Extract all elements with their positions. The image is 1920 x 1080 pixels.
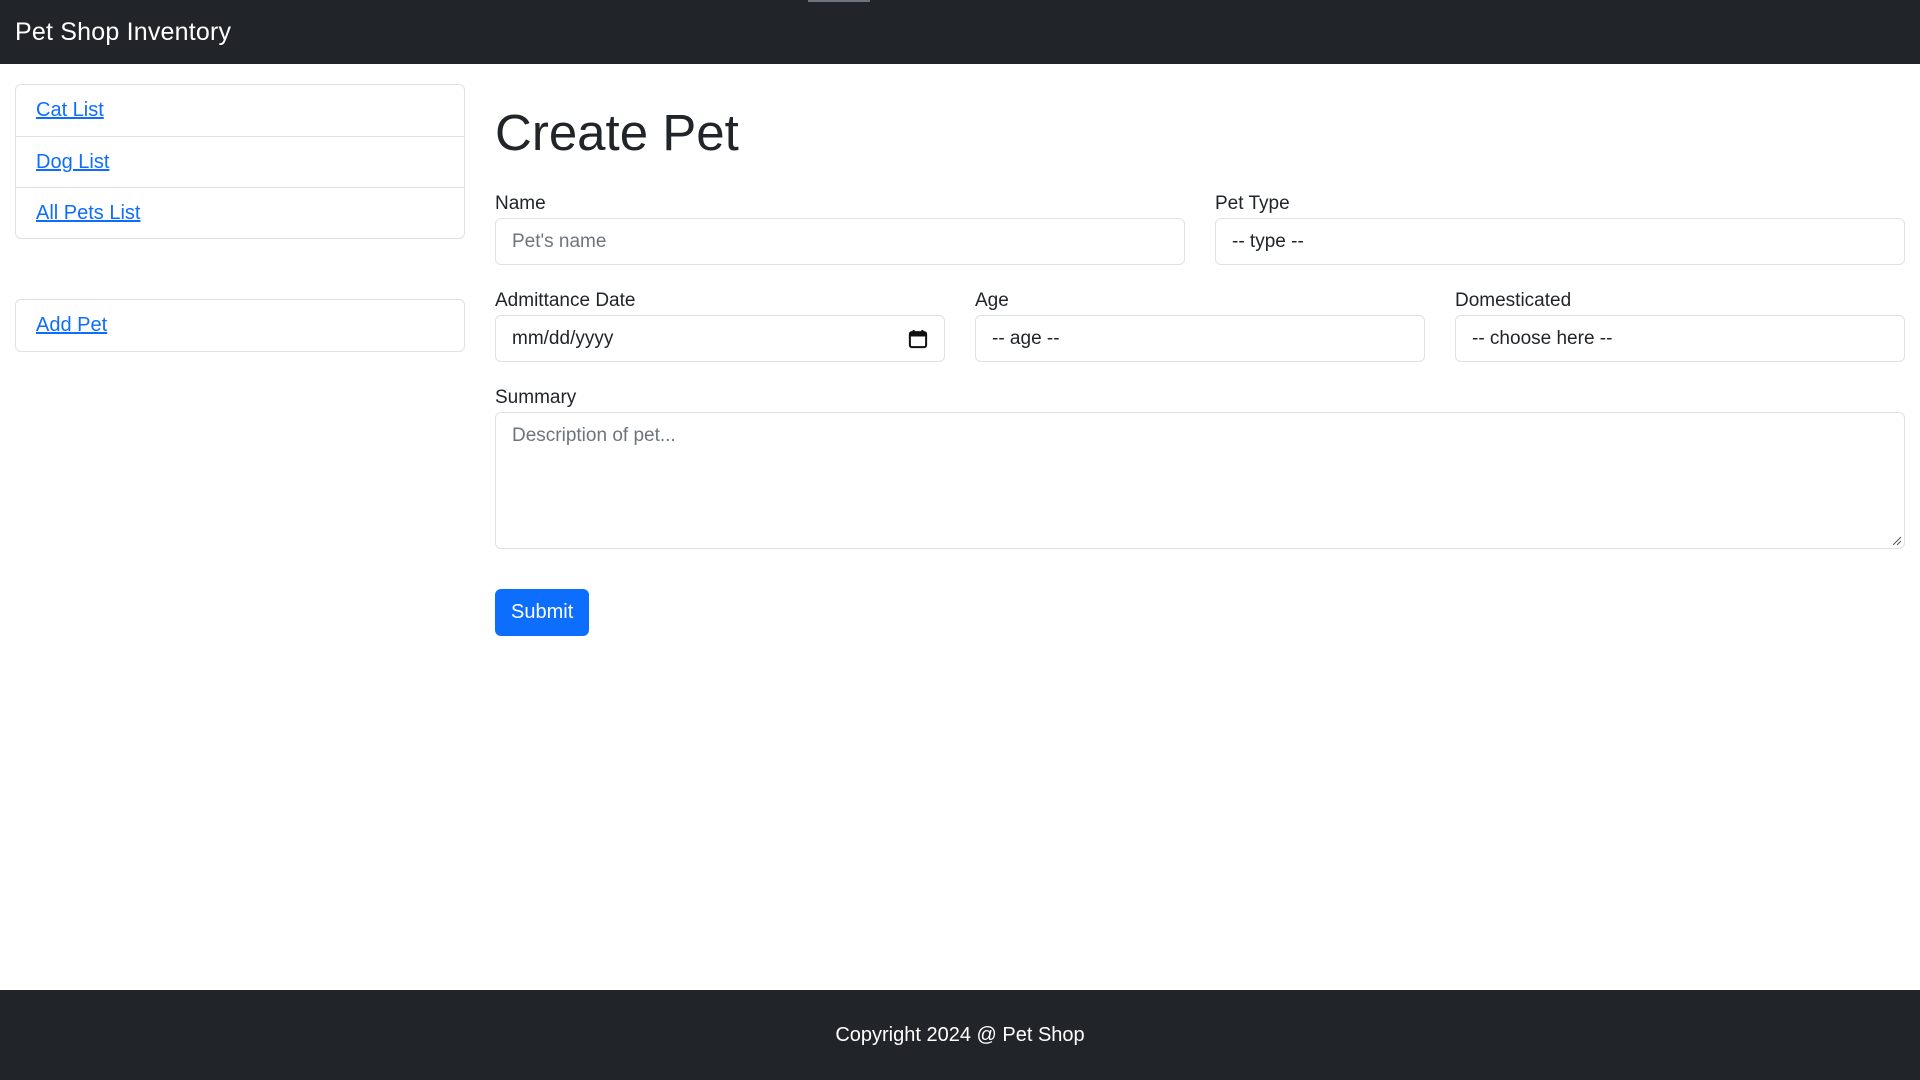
sidebar: Cat List Dog List All Pets List Add Pet [15,84,465,352]
footer: Copyright 2024 @ Pet Shop [0,990,1920,1080]
summary-placeholder: Description of pet... [512,425,676,446]
name-input[interactable] [495,218,1185,265]
domesticated-select[interactable]: -- choose here -- [1455,315,1905,362]
pet-lists-group: Cat List Dog List All Pets List [15,84,465,239]
navbar-brand[interactable]: Pet Shop Inventory [15,18,231,47]
dog-list-link[interactable]: Dog List [36,151,109,174]
top-navbar: Pet Shop Inventory [0,0,1920,64]
cat-list-link[interactable]: Cat List [36,99,104,122]
domesticated-selected-value: -- choose here -- [1472,327,1613,349]
summary-label: Summary [495,387,577,408]
admittance-date-value: mm/dd/yyyy [512,327,614,349]
pet-type-selected-value: -- type -- [1232,230,1304,252]
age-label: Age [975,290,1009,311]
nav-indicator-bar [808,0,870,2]
add-pet-link[interactable]: Add Pet [36,314,107,337]
form-row-2: Admittance Date mm/dd/yyyy Age -- age --… [495,285,1905,362]
name-label: Name [495,193,546,214]
domesticated-label: Domesticated [1455,290,1572,311]
age-field-group: Age -- age -- [975,285,1425,362]
all-pets-list-link[interactable]: All Pets List [36,202,140,225]
form-row-1: Name Pet Type -- type -- [495,188,1905,265]
submit-button[interactable]: Submit [495,589,590,636]
name-field-group: Name [495,188,1185,265]
calendar-icon[interactable] [908,329,928,349]
admittance-date-input[interactable]: mm/dd/yyyy [495,315,945,362]
summary-field-group: Summary Description of pet... [495,382,1905,549]
sidebar-item-dog-list: Dog List [16,136,464,187]
pet-type-field-group: Pet Type -- type -- [1215,188,1905,265]
admittance-date-label: Admittance Date [495,290,636,311]
resize-grip-icon[interactable] [1891,535,1901,545]
admittance-date-field-group: Admittance Date mm/dd/yyyy [495,285,945,362]
pet-type-label: Pet Type [1215,193,1290,214]
sidebar-item-all-pets-list: All Pets List [16,187,464,238]
sidebar-item-add-pet: Add Pet [16,300,464,351]
footer-copyright: Copyright 2024 @ Pet Shop [835,1023,1085,1046]
sidebar-item-cat-list: Cat List [16,85,464,136]
pet-type-select[interactable]: -- type -- [1215,218,1905,265]
summary-textarea[interactable]: Description of pet... [495,412,1905,549]
age-select[interactable]: -- age -- [975,315,1425,362]
pet-actions-group: Add Pet [15,299,465,352]
age-selected-value: -- age -- [992,327,1060,349]
main-content: Create Pet Name Pet Type -- type -- Admi… [495,84,1905,636]
page-title: Create Pet [495,103,739,161]
domesticated-field-group: Domesticated -- choose here -- [1455,285,1905,362]
